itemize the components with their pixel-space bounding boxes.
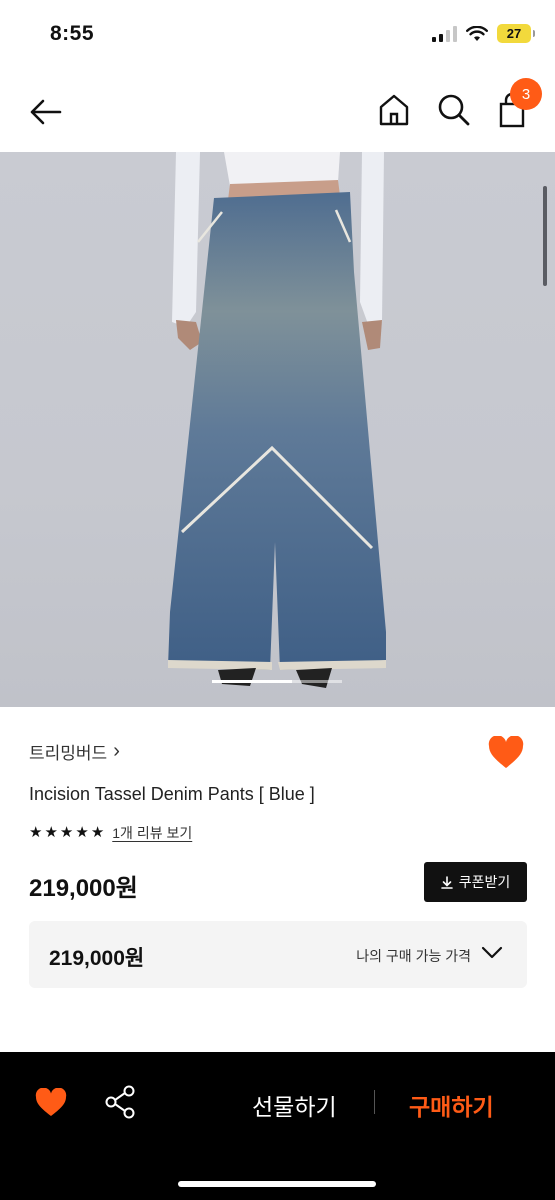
status-bar: 8:55 27: [0, 0, 555, 70]
product-image[interactable]: [0, 152, 555, 707]
status-indicators: 27: [432, 24, 535, 43]
brand-link[interactable]: 트리밍버드 ›: [29, 739, 120, 764]
image-page-indicator: [212, 680, 342, 683]
buy-button[interactable]: 구매하기: [409, 1088, 494, 1122]
brand-name: 트리밍버드: [29, 744, 108, 763]
share-icon[interactable]: [104, 1085, 136, 1119]
battery-level: 27: [506, 26, 522, 41]
status-time: 8:55: [50, 22, 95, 45]
rating-row: ★ ★ ★ ★ ★ 1개 리뷰 보기: [29, 823, 192, 843]
my-price-value: 219,000원: [49, 947, 145, 970]
coupon-button[interactable]: 쿠폰받기: [424, 862, 527, 902]
gift-button[interactable]: 선물하기: [252, 1088, 337, 1122]
heart-icon[interactable]: [488, 736, 524, 770]
bottom-action-bar: 선물하기 구매하기: [0, 1052, 555, 1200]
divider: [374, 1090, 375, 1114]
star-icon: ★: [59, 824, 74, 841]
back-arrow-icon[interactable]: [26, 92, 66, 132]
search-icon[interactable]: [436, 92, 472, 128]
review-link[interactable]: 1개 리뷰 보기: [112, 823, 192, 843]
star-icon: ★: [44, 824, 58, 841]
wifi-icon: [466, 25, 488, 41]
star-icon: ★: [90, 824, 105, 841]
my-price-label: 나의 구매 가능 가격: [356, 948, 471, 964]
top-navigation: [0, 70, 555, 152]
product-price: 219,000원: [29, 875, 138, 902]
signal-icon: [432, 25, 457, 42]
home-indicator: [178, 1181, 376, 1187]
product-title: Incision Tassel Denim Pants [ Blue ]: [29, 784, 315, 804]
home-icon[interactable]: [376, 92, 412, 128]
heart-icon[interactable]: [35, 1088, 67, 1118]
my-price-box[interactable]: 219,000원 나의 구매 가능 가격: [29, 921, 527, 988]
chevron-right-icon: ›: [113, 740, 120, 762]
star-icon: ★: [29, 824, 43, 841]
battery-icon: 27: [497, 24, 535, 43]
download-icon: [440, 875, 453, 889]
cart-count-badge: 3: [510, 78, 542, 110]
image-scroll-indicator: [543, 186, 547, 286]
star-icon: ★: [75, 824, 89, 841]
coupon-button-label: 쿠폰받기: [458, 874, 511, 890]
product-photo: [168, 152, 386, 688]
chevron-down-icon: [481, 946, 503, 959]
